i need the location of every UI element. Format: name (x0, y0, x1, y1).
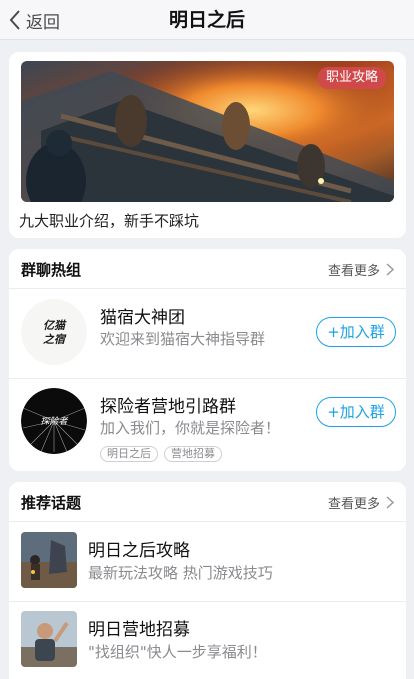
topic-description: 最新玩法攻略 热门游戏技巧 (88, 564, 273, 582)
topic-row[interactable]: 明日之后攻略 最新玩法攻略 热门游戏技巧 (9, 524, 406, 602)
banner-caption: 九大职业介绍，新手不踩坑 (19, 212, 200, 230)
banner-category-tag: 职业攻略 (317, 67, 386, 89)
topic-thumbnail (21, 532, 77, 588)
group-tags: 明日之后 营地招募 (100, 446, 222, 462)
group-tag: 营地招募 (164, 446, 222, 462)
topic-description: "找组织"快人一步享福利！ (88, 643, 267, 661)
group-avatar: 探险者 (21, 388, 87, 454)
chevron-right-icon (386, 263, 394, 276)
dark-burst-avatar-image: 探险者 (21, 388, 87, 454)
avatar-calligraphy-top: 亿猫 (43, 319, 67, 332)
topic-thumbnail (21, 611, 77, 667)
group-row[interactable]: 亿猫 之宿 猫宿大神团 欢迎来到猫宿大神指导群 +加入群 (9, 291, 406, 379)
group-description: 加入我们，你就是探险者！ (100, 419, 281, 437)
topic-name: 明日之后攻略 (88, 541, 190, 561)
calligraphy-avatar-image: 亿猫 之宿 (21, 299, 87, 365)
page-title: 明日之后 (168, 9, 245, 31)
view-more-groups-link[interactable]: 查看更多 (328, 260, 394, 279)
join-group-button[interactable]: +加入群 (316, 317, 396, 347)
view-more-label: 查看更多 (327, 264, 380, 279)
group-description: 欢迎来到猫宿大神指导群 (100, 330, 266, 348)
chevron-right-icon (386, 496, 394, 509)
group-chats-card: 群聊热组 查看更多 亿猫 之宿 猫宿大神团 欢迎来到猫宿大神指导群 +加入群 探… (9, 249, 406, 471)
group-avatar: 亿猫 之宿 (21, 299, 87, 365)
group-tag: 明日之后 (100, 446, 158, 462)
group-name: 猫宿大神团 (100, 308, 185, 328)
view-more-label: 查看更多 (327, 497, 380, 512)
section-title: 群聊热组 (21, 261, 82, 279)
top-nav-bar: 返回 明日之后 (0, 0, 414, 40)
section-title: 推荐话题 (21, 494, 82, 512)
game-scene-thumbnail (21, 532, 77, 588)
avatar-text: 探险者 (40, 416, 68, 427)
topic-name: 明日营地招募 (88, 620, 190, 640)
avatar-calligraphy-bottom: 之宿 (43, 333, 67, 346)
topics-header: 推荐话题 查看更多 (9, 482, 406, 522)
view-more-topics-link[interactable]: 查看更多 (328, 493, 394, 512)
topic-row[interactable]: 明日营地招募 "找组织"快人一步享福利！ (9, 603, 406, 679)
character-thumbnail (21, 611, 77, 667)
group-row[interactable]: 探险者 探险者营地引路群 加入我们，你就是探险者！ 明日之后 营地招募 +加入群 (9, 380, 406, 468)
recommended-topics-card: 推荐话题 查看更多 明日之后攻略 最新玩法攻略 热门游戏技巧 明日营地招募 "找… (9, 482, 406, 679)
group-chats-header: 群聊热组 查看更多 (9, 249, 406, 289)
group-name: 探险者营地引路群 (100, 397, 236, 417)
join-group-button[interactable]: +加入群 (316, 397, 396, 427)
banner-image[interactable]: 职业攻略 (21, 61, 394, 202)
banner-card[interactable]: 职业攻略 九大职业介绍，新手不踩坑 (9, 52, 406, 238)
